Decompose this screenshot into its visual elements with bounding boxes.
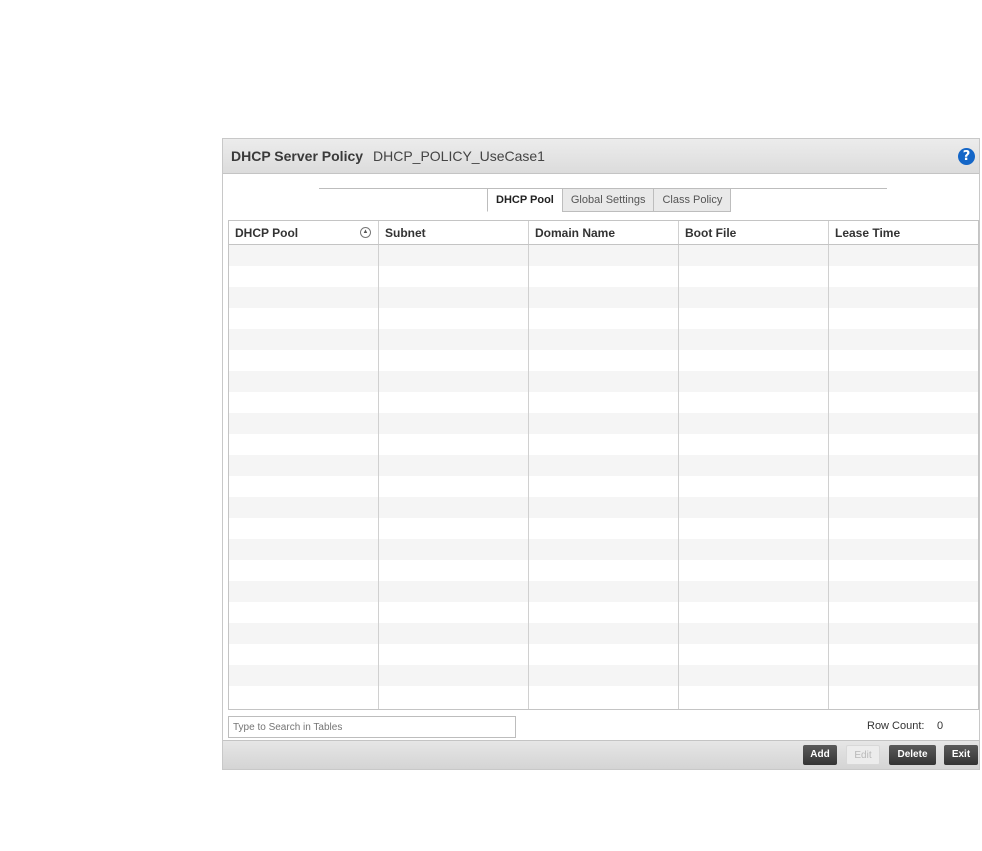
panel-header: DHCP Server Policy DHCP_POLICY_UseCase1 …: [223, 139, 979, 174]
table-row: [229, 476, 978, 497]
table-body: [229, 245, 978, 709]
row-count-value: 0: [937, 720, 944, 732]
table-row: [229, 287, 978, 308]
page-title: DHCP Server Policy: [231, 148, 364, 164]
column-divider: [528, 245, 529, 709]
table-row: [229, 455, 978, 476]
exit-button[interactable]: Exit: [944, 745, 978, 765]
table-row: [229, 539, 978, 560]
table-header: DHCP Pool ▲ Subnet Domain Name Boot File…: [229, 221, 978, 245]
table-row: [229, 308, 978, 329]
table-row: [229, 350, 978, 371]
table-row: [229, 497, 978, 518]
table-row: [229, 392, 978, 413]
column-header-dhcp-pool[interactable]: DHCP Pool ▲: [229, 221, 379, 244]
table-row: [229, 560, 978, 581]
add-button[interactable]: Add: [803, 745, 837, 765]
table-row: [229, 644, 978, 665]
dhcp-server-policy-panel: DHCP Server Policy DHCP_POLICY_UseCase1 …: [222, 138, 980, 770]
table-row: [229, 371, 978, 392]
table-row: [229, 581, 978, 602]
column-divider: [828, 245, 829, 709]
column-header-label: DHCP Pool: [235, 226, 299, 240]
column-divider: [378, 245, 379, 709]
table-row: [229, 665, 978, 686]
sort-ascending-icon[interactable]: ▲: [360, 227, 371, 238]
dhcp-pool-table: DHCP Pool ▲ Subnet Domain Name Boot File…: [228, 220, 979, 710]
column-header-lease-time[interactable]: Lease Time: [829, 221, 978, 244]
tab-bar: DHCP Pool Global Settings Class Policy: [487, 188, 732, 212]
column-header-boot-file[interactable]: Boot File: [679, 221, 829, 244]
table-row: [229, 686, 978, 707]
table-rows: [229, 245, 978, 707]
column-header-domain-name[interactable]: Domain Name: [529, 221, 679, 244]
table-row: [229, 266, 978, 287]
table-row: [229, 518, 978, 539]
row-count-label: Row Count:: [867, 720, 925, 732]
table-row: [229, 413, 978, 434]
table-row: [229, 245, 978, 266]
column-divider: [678, 245, 679, 709]
policy-name: DHCP_POLICY_UseCase1: [373, 148, 545, 164]
delete-button[interactable]: Delete: [889, 745, 936, 765]
table-row: [229, 602, 978, 623]
table-row: [229, 434, 978, 455]
action-bar: Add Edit Delete Exit: [223, 740, 979, 769]
help-icon[interactable]: ?: [958, 148, 975, 165]
tab-dhcp-pool[interactable]: DHCP Pool: [487, 188, 563, 212]
tab-class-policy[interactable]: Class Policy: [653, 188, 732, 212]
edit-button[interactable]: Edit: [846, 745, 880, 765]
table-search-input[interactable]: [228, 716, 516, 738]
tab-global-settings[interactable]: Global Settings: [561, 188, 655, 212]
column-header-subnet[interactable]: Subnet: [379, 221, 529, 244]
table-row: [229, 623, 978, 644]
table-row: [229, 329, 978, 350]
